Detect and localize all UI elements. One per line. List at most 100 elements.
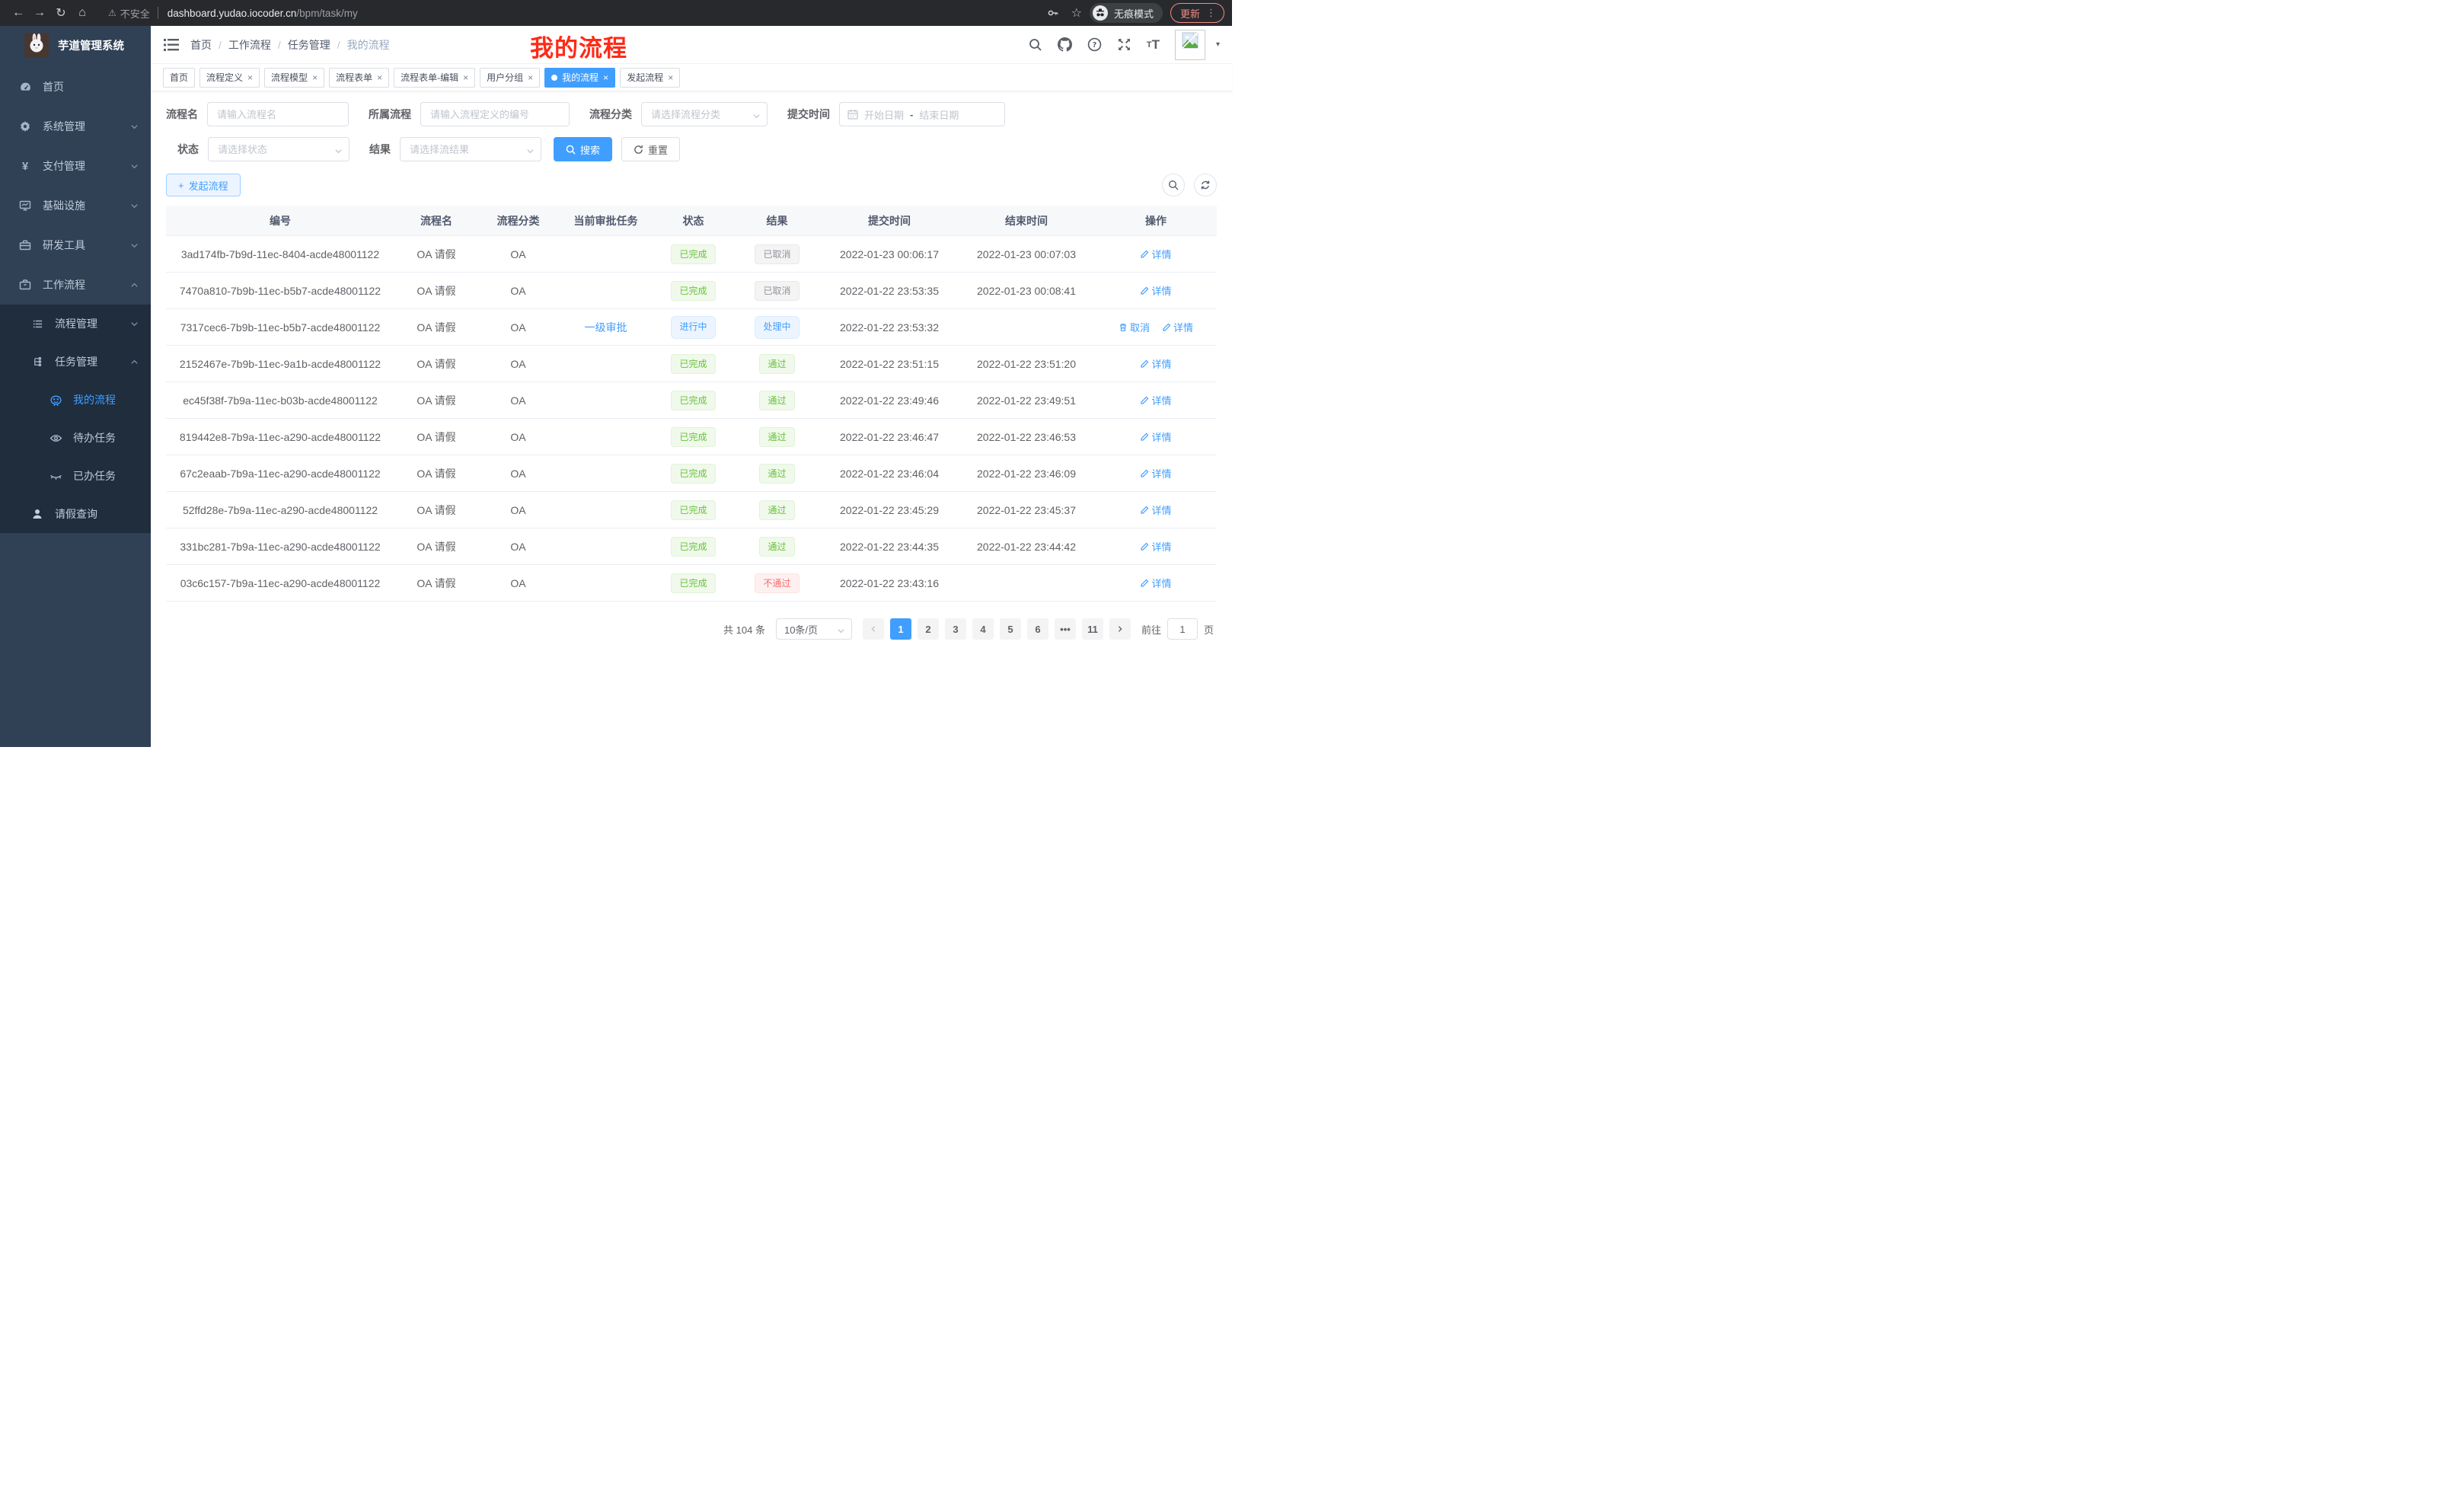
reset-button[interactable]: 重置 [621, 137, 680, 161]
cell-end-time: 2022-01-23 00:07:03 [958, 247, 1095, 262]
toggle-search-icon[interactable] [1162, 174, 1185, 196]
search-icon[interactable] [1029, 38, 1042, 52]
breadcrumb-home[interactable]: 首页 [190, 37, 212, 53]
password-key-icon[interactable] [1042, 3, 1064, 23]
page-number[interactable]: 2 [918, 618, 939, 640]
close-icon[interactable]: × [247, 72, 253, 83]
browser-forward-icon[interactable]: → [29, 3, 50, 23]
browser-update-button[interactable]: 更新 ⋮ [1170, 3, 1224, 23]
table-row: 52ffd28e-7b9a-11ec-a290-acde48001122 OA … [166, 492, 1217, 528]
page-number[interactable]: 11 [1082, 618, 1103, 640]
sidebar-item-task-mgmt[interactable]: 任务管理 [0, 343, 151, 381]
page-number[interactable]: 5 [1000, 618, 1021, 640]
close-icon[interactable]: × [463, 72, 468, 83]
detail-button[interactable]: 详情 [1162, 320, 1193, 334]
tab-user-group[interactable]: 用户分组× [480, 68, 540, 88]
tab-my-process[interactable]: 我的流程× [544, 68, 615, 88]
detail-button[interactable]: 详情 [1140, 393, 1171, 407]
refresh-table-icon[interactable] [1194, 174, 1217, 196]
submit-time-range-picker[interactable]: 开始日期 - 结束日期 [839, 102, 1005, 126]
detail-button[interactable]: 详情 [1140, 429, 1171, 444]
tab-start-process[interactable]: 发起流程× [620, 68, 680, 88]
prev-page-icon[interactable] [863, 618, 884, 640]
breadcrumb-task-mgmt[interactable]: 任务管理 [288, 37, 330, 53]
app-header: 首页 / 工作流程 / 任务管理 / 我的流程 我的流程 ? TT [151, 26, 1232, 64]
tab-process-form[interactable]: 流程表单× [329, 68, 389, 88]
status-badge: 已完成 [671, 427, 715, 447]
sidebar-item-devtools[interactable]: 研发工具 [0, 225, 151, 265]
sidebar-item-todo-tasks[interactable]: 待办任务 [0, 419, 151, 457]
close-icon[interactable]: × [603, 72, 608, 83]
sidebar-item-process-mgmt[interactable]: 流程管理 [0, 305, 151, 343]
search-button[interactable]: 搜索 [554, 137, 612, 161]
close-icon[interactable]: × [312, 72, 318, 83]
browser-reload-icon[interactable]: ↻ [50, 3, 72, 23]
browser-menu-icon[interactable]: ⋮ [1206, 7, 1216, 19]
browser-home-icon[interactable]: ⌂ [72, 3, 93, 23]
result-select[interactable] [400, 137, 541, 161]
create-process-button[interactable]: + 发起流程 [166, 174, 241, 196]
page-size-select[interactable]: 10条/页 [776, 618, 852, 640]
avatar-caret-icon[interactable]: ▾ [1216, 40, 1220, 49]
sidebar-item-home[interactable]: 首页 [0, 67, 151, 107]
sidebar-item-leave-query[interactable]: 请假查询 [0, 495, 151, 533]
status-select[interactable] [208, 137, 349, 161]
page-number[interactable]: 6 [1027, 618, 1048, 640]
detail-button[interactable]: 详情 [1140, 466, 1171, 480]
address-bar[interactable]: ⚠ 不安全 dashboard.yudao.iocoder.cn/bpm/tas… [99, 2, 1033, 24]
sidebar-item-label: 我的流程 [73, 392, 116, 407]
tab-process-form-edit[interactable]: 流程表单-编辑× [394, 68, 475, 88]
tab-process-definition[interactable]: 流程定义× [199, 68, 260, 88]
cell-submit-time: 2022-01-22 23:43:16 [821, 576, 958, 591]
page-ellipsis[interactable]: ••• [1055, 618, 1076, 640]
browser-back-icon[interactable]: ← [8, 3, 29, 23]
cell-task [558, 436, 653, 439]
avatar[interactable] [1175, 30, 1205, 60]
detail-button[interactable]: 详情 [1140, 247, 1171, 261]
col-category: 流程分类 [478, 212, 558, 230]
app-logo-row[interactable]: 芋道管理系统 [0, 26, 151, 64]
tab-process-model[interactable]: 流程模型× [264, 68, 324, 88]
close-icon[interactable]: × [377, 72, 382, 83]
sidebar-item-my-process[interactable]: 我的流程 [0, 381, 151, 419]
next-page-icon[interactable] [1109, 618, 1131, 640]
process-name-input[interactable] [207, 102, 349, 126]
result-badge: 通过 [759, 354, 794, 374]
page-url[interactable]: dashboard.yudao.iocoder.cn/bpm/task/my [168, 8, 358, 19]
github-icon[interactable] [1058, 37, 1072, 52]
close-icon[interactable]: × [528, 72, 533, 83]
sidebar-item-system[interactable]: 系统管理 [0, 107, 151, 146]
cell-task [558, 545, 653, 548]
category-select[interactable] [641, 102, 768, 126]
sidebar-item-done-tasks[interactable]: 已办任务 [0, 457, 151, 495]
detail-button[interactable]: 详情 [1140, 576, 1171, 590]
end-date-placeholder[interactable]: 结束日期 [919, 107, 959, 122]
sidebar-item-pay[interactable]: ¥ 支付管理 [0, 146, 151, 186]
tab-home[interactable]: 首页 [163, 68, 195, 88]
start-date-placeholder[interactable]: 开始日期 [864, 107, 904, 122]
page-number[interactable]: 3 [945, 618, 966, 640]
page-number[interactable]: 1 [890, 618, 911, 640]
goto-page-input[interactable] [1167, 618, 1198, 640]
bookmark-star-icon[interactable]: ☆ [1071, 5, 1082, 21]
help-icon[interactable]: ? [1087, 37, 1102, 52]
active-dot [551, 75, 557, 81]
detail-button[interactable]: 详情 [1140, 539, 1171, 554]
detail-button[interactable]: 详情 [1140, 356, 1171, 371]
detail-button[interactable]: 详情 [1140, 283, 1171, 298]
detail-button[interactable]: 详情 [1140, 503, 1171, 517]
close-icon[interactable]: × [668, 72, 673, 83]
font-size-icon[interactable]: TT [1147, 37, 1160, 53]
status-badge: 已完成 [671, 573, 715, 593]
sidebar-collapse-icon[interactable] [163, 37, 180, 53]
sidebar-item-workflow[interactable]: 工作流程 [0, 265, 151, 305]
cancel-button[interactable]: 取消 [1119, 320, 1150, 334]
parent-process-label: 所属流程 [369, 107, 411, 122]
page-number[interactable]: 4 [972, 618, 994, 640]
breadcrumb-workflow[interactable]: 工作流程 [228, 37, 271, 53]
parent-process-input[interactable] [420, 102, 570, 126]
main-area: 首页 / 工作流程 / 任务管理 / 我的流程 我的流程 ? TT [151, 26, 1232, 747]
cell-task-link[interactable]: 一级审批 [558, 318, 653, 337]
sidebar-item-infra[interactable]: 基础设施 [0, 186, 151, 225]
fullscreen-icon[interactable] [1117, 37, 1131, 52]
